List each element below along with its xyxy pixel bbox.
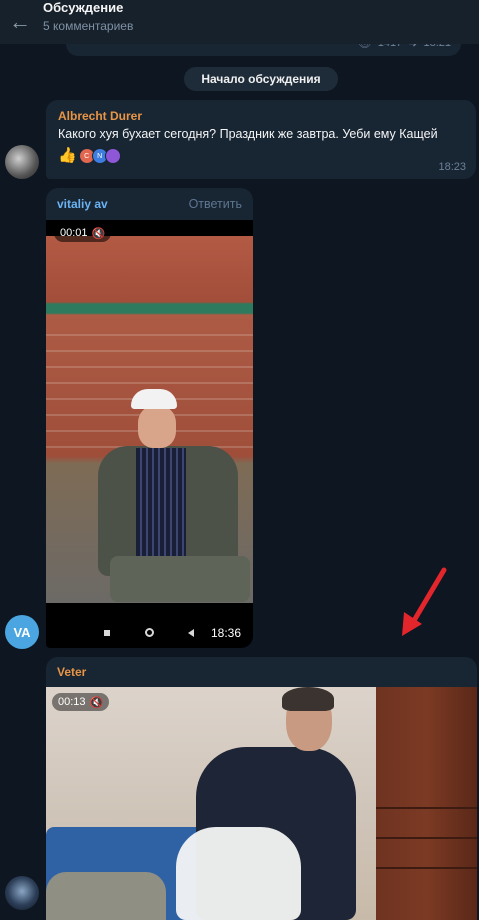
video-message-bubble[interactable]: vitaliy av Ответить 00:01 🔇 18:36 [46,188,253,648]
message-time: 18:23 [438,161,466,173]
video-duration: 00:13 [58,696,86,708]
video-scene [136,448,186,558]
comment-count: 5 комментариев [43,18,134,33]
video-duration-badge[interactable]: 00:13 🔇 [52,693,110,711]
phone-nav-bar: 18:36 [46,618,253,648]
reactor-avatar [104,148,121,164]
video-scene [46,872,166,920]
video-scene [376,807,477,809]
reply-button[interactable]: Ответить [189,197,242,211]
avatar[interactable] [5,145,39,179]
video-scene [138,406,176,448]
video-message-bubble[interactable]: Veter 00:13 🔇 [46,657,477,920]
page-title: Обсуждение [43,0,124,15]
circle-icon [145,628,154,637]
message-text: Какого хуя бухает сегодня? Праздник же з… [58,127,438,141]
message-author[interactable]: Veter [57,665,86,679]
chat-header: ← Обсуждение 5 комментариев [0,0,479,44]
video-scene [376,867,477,869]
message-author[interactable]: Albrecht Durer [58,109,464,123]
thumbs-up-icon[interactable]: 👍 [58,147,77,165]
mute-icon[interactable]: 🔇 [90,696,104,709]
arrow-left-icon: ← [9,9,31,34]
reactions-row[interactable]: 👍 C N [58,147,464,165]
avatar[interactable] [5,876,39,910]
video-scene [176,827,301,920]
message-bubble[interactable]: Albrecht Durer Какого хуя бухает сегодня… [46,100,476,179]
video-scene [110,556,250,602]
avatar[interactable]: VA [5,615,39,649]
back-button[interactable]: ← [0,0,40,44]
video-thumbnail[interactable]: 00:13 🔇 [46,687,477,920]
video-scene [282,687,334,711]
video-duration: 00:01 [60,227,88,239]
video-scene [376,837,477,839]
red-arrow-icon [402,567,447,636]
message-author[interactable]: vitaliy av [57,197,108,211]
triangle-icon [188,629,194,637]
video-scene [376,687,477,920]
video-thumbnail[interactable] [46,236,253,603]
discussion-start-label: Начало обсуждения [184,67,338,91]
video-scene [131,389,177,409]
message-time: 18:36 [210,626,241,640]
square-icon [104,630,110,636]
mute-icon[interactable]: 🔇 [92,227,106,240]
video-duration-badge[interactable]: 00:01 🔇 [54,224,112,242]
